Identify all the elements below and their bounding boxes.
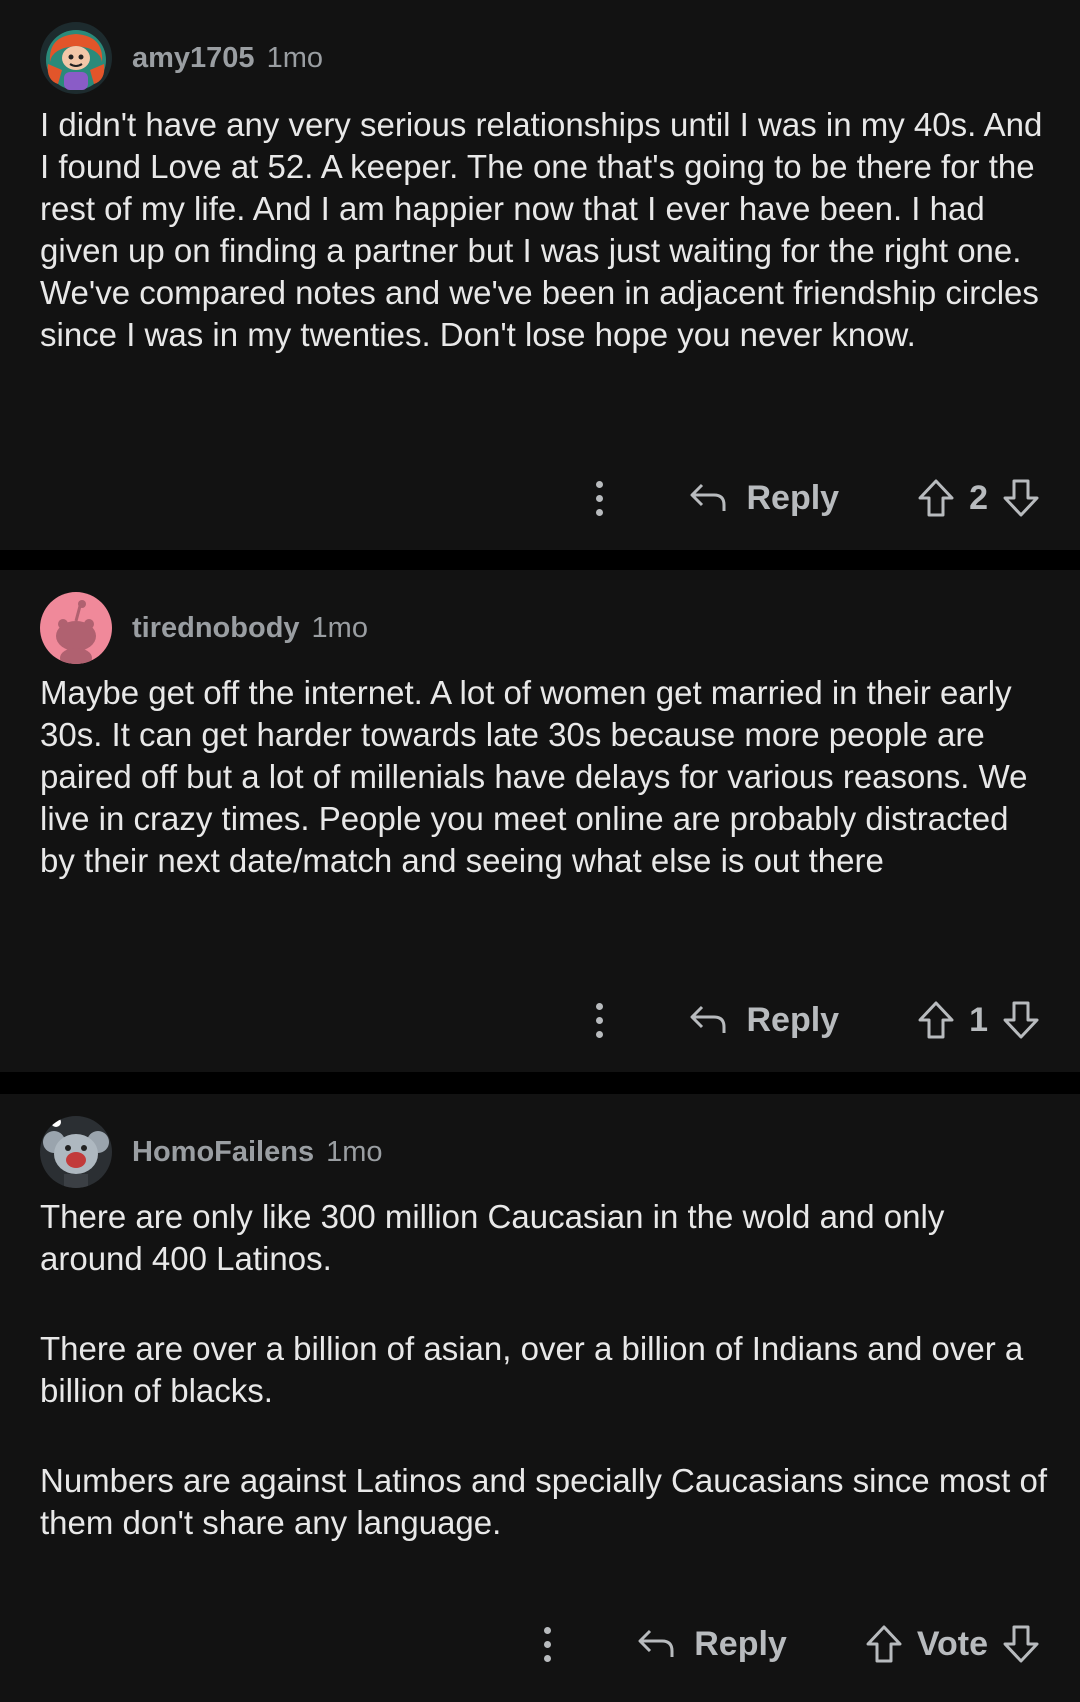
comment: tirednobody 1mo Maybe get off the intern… <box>0 570 1080 1072</box>
author-name[interactable]: tirednobody <box>132 612 300 645</box>
avatar[interactable] <box>40 22 112 94</box>
vote-controls: 1 <box>917 1000 1040 1040</box>
comment-age: 1mo <box>311 611 368 644</box>
comment-paragraph: Maybe get off the internet. A lot of wom… <box>40 674 1028 879</box>
reply-arrow-icon <box>690 483 726 511</box>
vote-controls: Vote <box>865 1624 1040 1664</box>
comment-age: 1mo <box>326 1135 383 1168</box>
snoo-avatar-red-hair-icon <box>40 22 112 94</box>
comment-header: amy1705 1mo <box>40 22 323 94</box>
reply-button[interactable]: Reply <box>688 1001 839 1040</box>
upvote-icon[interactable] <box>917 1000 955 1040</box>
downvote-icon[interactable] <box>1002 1000 1040 1040</box>
vote-label: Vote <box>916 1624 988 1663</box>
comment-header: HomoFailens 1mo <box>40 1116 383 1188</box>
comment-feed: amy1705 1mo I didn't have any very serio… <box>0 0 1080 1702</box>
vote-score: 1 <box>969 1000 988 1039</box>
comment: amy1705 1mo I didn't have any very serio… <box>0 0 1080 550</box>
upvote-icon[interactable] <box>865 1624 903 1664</box>
comment-header: tirednobody 1mo <box>40 592 368 664</box>
upvote-icon[interactable] <box>917 478 955 518</box>
reply-arrow-icon <box>638 1629 674 1657</box>
reply-button[interactable]: Reply <box>636 1625 787 1664</box>
comment-body: There are only like 300 million Caucasia… <box>40 1196 1052 1544</box>
reply-arrow-icon <box>690 1005 726 1033</box>
vote-controls: 2 <box>917 478 1040 518</box>
avatar[interactable] <box>40 1116 112 1188</box>
default-snoo-avatar-icon <box>40 592 112 664</box>
reply-label: Reply <box>746 1000 840 1039</box>
downvote-icon[interactable] <box>1002 478 1040 518</box>
reply-label: Reply <box>746 478 840 517</box>
comment-actions: Reply 1 <box>584 990 1040 1050</box>
author-name[interactable]: HomoFailens <box>132 1136 314 1169</box>
avatar[interactable] <box>40 592 112 664</box>
reply-label: Reply <box>694 1624 787 1663</box>
reply-button[interactable]: Reply <box>688 479 839 518</box>
comment-age: 1mo <box>266 41 323 74</box>
comment-paragraph: There are only like 300 million Caucasia… <box>40 1198 945 1277</box>
more-options-icon[interactable] <box>584 473 614 523</box>
comment-body: I didn't have any very serious relations… <box>40 104 1052 356</box>
comment: HomoFailens 1mo There are only like 300 … <box>0 1094 1080 1702</box>
author-name[interactable]: amy1705 <box>132 42 255 75</box>
downvote-icon[interactable] <box>1002 1624 1040 1664</box>
comment-paragraph: Numbers are against Latinos and speciall… <box>40 1462 1048 1541</box>
comment-body: Maybe get off the internet. A lot of wom… <box>40 672 1052 882</box>
comment-paragraph: There are over a billion of asian, over … <box>40 1330 1024 1409</box>
koala-snoo-avatar-icon <box>40 1116 112 1188</box>
vote-score: 2 <box>969 478 988 517</box>
more-options-icon[interactable] <box>532 1619 562 1669</box>
comment-paragraph: I didn't have any very serious relations… <box>40 106 1043 353</box>
more-options-icon[interactable] <box>584 995 614 1045</box>
comment-actions: Reply 2 <box>584 468 1040 528</box>
comment-actions: Reply Vote <box>532 1614 1040 1674</box>
